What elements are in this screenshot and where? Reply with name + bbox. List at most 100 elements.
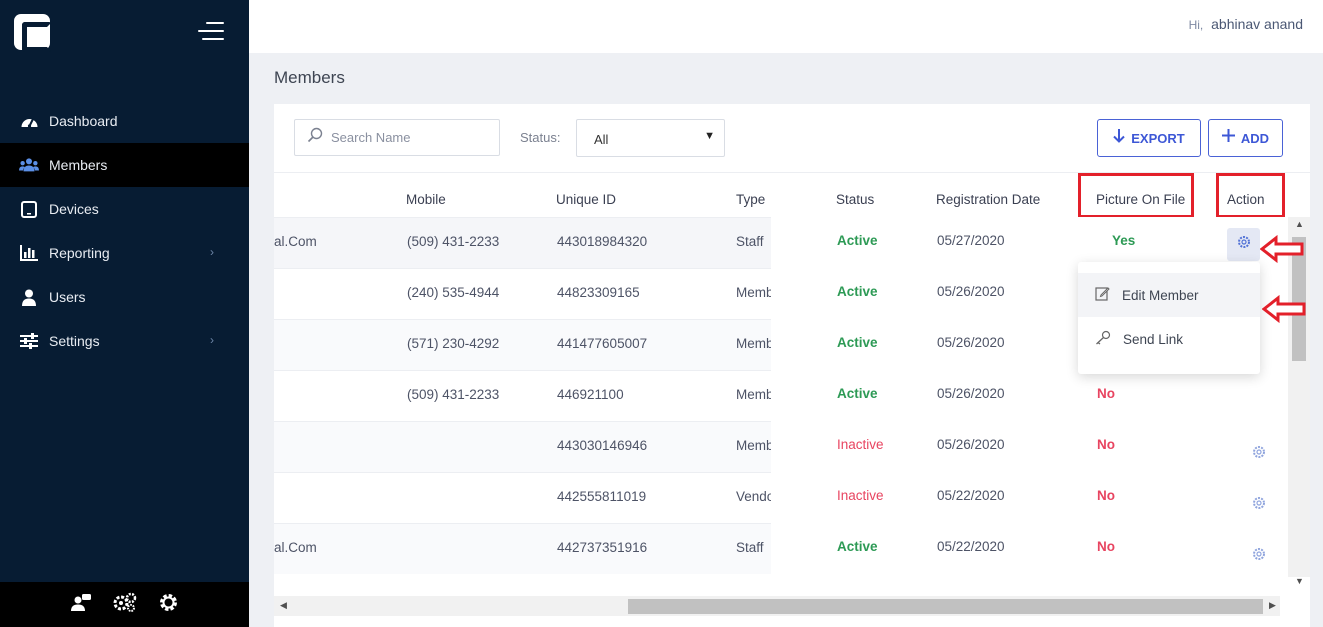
sliders-icon bbox=[19, 332, 39, 350]
row-action-button[interactable] bbox=[1227, 228, 1260, 261]
col-status[interactable]: Status bbox=[836, 192, 874, 207]
sidebar-item-users[interactable]: Users bbox=[0, 275, 249, 319]
cell-date: 05/26/2020 bbox=[937, 437, 1005, 452]
menu-item-label: Edit Member bbox=[1122, 287, 1199, 303]
tablet-icon bbox=[19, 200, 39, 218]
chevron-right-icon: › bbox=[210, 245, 214, 259]
sidebar-footer bbox=[0, 582, 249, 627]
col-registration-date[interactable]: Registration Date bbox=[936, 192, 1040, 207]
bar-chart-icon bbox=[19, 244, 39, 262]
top-bar: Hi, abhinav anand bbox=[249, 0, 1323, 53]
annotation-arrow-icon bbox=[1262, 295, 1306, 323]
scrollbar-thumb[interactable] bbox=[628, 599, 1263, 614]
scroll-left-icon[interactable]: ◀ bbox=[280, 600, 287, 611]
cell-email: al.Com bbox=[274, 540, 317, 555]
status-label: Status: bbox=[520, 130, 561, 145]
gear-icon[interactable] bbox=[1250, 443, 1268, 461]
sidebar-item-reporting[interactable]: Reporting › bbox=[0, 231, 249, 275]
sidebar-item-dashboard[interactable]: Dashboard bbox=[0, 99, 249, 143]
chevron-right-icon: › bbox=[210, 333, 214, 347]
menu-item-edit-member[interactable]: Edit Member bbox=[1078, 273, 1260, 317]
col-mobile[interactable]: Mobile bbox=[406, 192, 446, 207]
scroll-right-icon[interactable]: ▶ bbox=[1269, 600, 1276, 611]
cell-mobile: (240) 535-4944 bbox=[407, 285, 500, 300]
sidebar-item-label: Members bbox=[49, 157, 108, 173]
horizontal-scrollbar[interactable]: ◀ ▶ bbox=[274, 596, 1280, 616]
cell-date: 05/22/2020 bbox=[937, 488, 1005, 503]
cell-email: al.Com bbox=[274, 234, 317, 249]
status-select[interactable]: All ▼ bbox=[576, 119, 725, 157]
sidebar-item-label: Devices bbox=[49, 201, 99, 217]
action-menu: Edit Member Send Link bbox=[1078, 262, 1260, 374]
greeting-prefix: Hi, bbox=[1188, 18, 1204, 32]
app-logo[interactable] bbox=[14, 14, 52, 52]
status-select-value: All bbox=[594, 132, 609, 147]
cell-type: Staff bbox=[736, 540, 764, 555]
scroll-up-icon[interactable]: ▲ bbox=[1295, 219, 1304, 229]
cell-mobile: (509) 431-2233 bbox=[407, 234, 500, 249]
cell-unique-id: 442555811019 bbox=[557, 489, 647, 504]
edit-icon bbox=[1095, 286, 1110, 304]
gear-icon[interactable] bbox=[1250, 545, 1268, 563]
user-name: abhinav anand bbox=[1211, 16, 1303, 32]
page-title: Members bbox=[274, 68, 345, 87]
sidebar-item-members[interactable]: Members bbox=[0, 143, 249, 187]
cell-picture: No bbox=[1097, 539, 1115, 554]
status-badge: Active bbox=[837, 539, 878, 554]
cell-unique-id: 442737351916 bbox=[557, 540, 648, 555]
cell-picture: No bbox=[1097, 386, 1115, 401]
gear-icon[interactable] bbox=[1250, 494, 1268, 512]
user-chat-icon[interactable] bbox=[71, 593, 91, 616]
vertical-scrollbar[interactable]: ▲ ▼ bbox=[1288, 217, 1310, 586]
gear-icon[interactable] bbox=[159, 593, 178, 617]
status-badge: Active bbox=[837, 233, 878, 248]
add-label: ADD bbox=[1240, 130, 1270, 146]
sidebar-item-label: Settings bbox=[49, 333, 100, 349]
sidebar: Dashboard Members Devices Reporting › Us… bbox=[0, 0, 249, 627]
user-greeting[interactable]: Hi, abhinav anand bbox=[1189, 16, 1303, 32]
users-icon bbox=[19, 156, 39, 174]
search-icon bbox=[307, 127, 323, 148]
sidebar-item-settings[interactable]: Settings › bbox=[0, 319, 249, 363]
status-badge: Inactive bbox=[837, 437, 884, 452]
cell-picture: No bbox=[1097, 488, 1115, 503]
cell-mobile: (509) 431-2233 bbox=[407, 387, 500, 402]
cell-date: 05/26/2020 bbox=[937, 386, 1005, 401]
arrow-down-icon bbox=[1113, 128, 1125, 148]
search-input[interactable] bbox=[331, 130, 491, 145]
cell-date: 05/26/2020 bbox=[937, 335, 1005, 350]
scroll-down-icon[interactable]: ▼ bbox=[1295, 576, 1304, 586]
highlight-box bbox=[1216, 173, 1285, 218]
annotation-arrow-icon bbox=[1260, 235, 1304, 263]
gauge-icon bbox=[19, 112, 39, 130]
cell-picture: Yes bbox=[1112, 233, 1136, 248]
status-badge: Inactive bbox=[837, 488, 884, 503]
sidebar-item-devices[interactable]: Devices bbox=[0, 187, 249, 231]
user-icon bbox=[19, 288, 39, 306]
cell-date: 05/27/2020 bbox=[937, 233, 1005, 248]
cell-unique-id: 446921100 bbox=[557, 387, 624, 402]
cell-unique-id: 441477605007 bbox=[557, 336, 648, 351]
key-icon bbox=[1095, 330, 1111, 348]
add-button[interactable]: ADD bbox=[1208, 119, 1283, 157]
cell-unique-id: 443030146946 bbox=[557, 438, 648, 453]
export-button[interactable]: EXPORT bbox=[1097, 119, 1201, 157]
cell-date: 05/22/2020 bbox=[937, 539, 1005, 554]
sidebar-nav: Dashboard Members Devices Reporting › Us… bbox=[0, 99, 249, 363]
search-box[interactable] bbox=[294, 119, 500, 156]
col-unique-id[interactable]: Unique ID bbox=[556, 192, 616, 207]
cogs-icon[interactable] bbox=[113, 592, 137, 617]
cell-type: Staff bbox=[736, 234, 764, 249]
menu-toggle-icon[interactable] bbox=[198, 22, 224, 42]
export-label: EXPORT bbox=[1131, 130, 1185, 146]
menu-item-send-link[interactable]: Send Link bbox=[1078, 317, 1260, 361]
sidebar-item-label: Reporting bbox=[49, 245, 110, 261]
caret-down-icon: ▼ bbox=[704, 130, 715, 142]
status-badge: Active bbox=[837, 386, 878, 401]
menu-item-label: Send Link bbox=[1123, 331, 1184, 347]
table-header: Mobile Unique ID Type Status Registratio… bbox=[274, 173, 1288, 218]
gear-icon bbox=[1237, 235, 1251, 254]
cell-mobile: (571) 230-4292 bbox=[407, 336, 500, 351]
col-type[interactable]: Type bbox=[736, 192, 765, 207]
highlight-box bbox=[1078, 173, 1194, 218]
